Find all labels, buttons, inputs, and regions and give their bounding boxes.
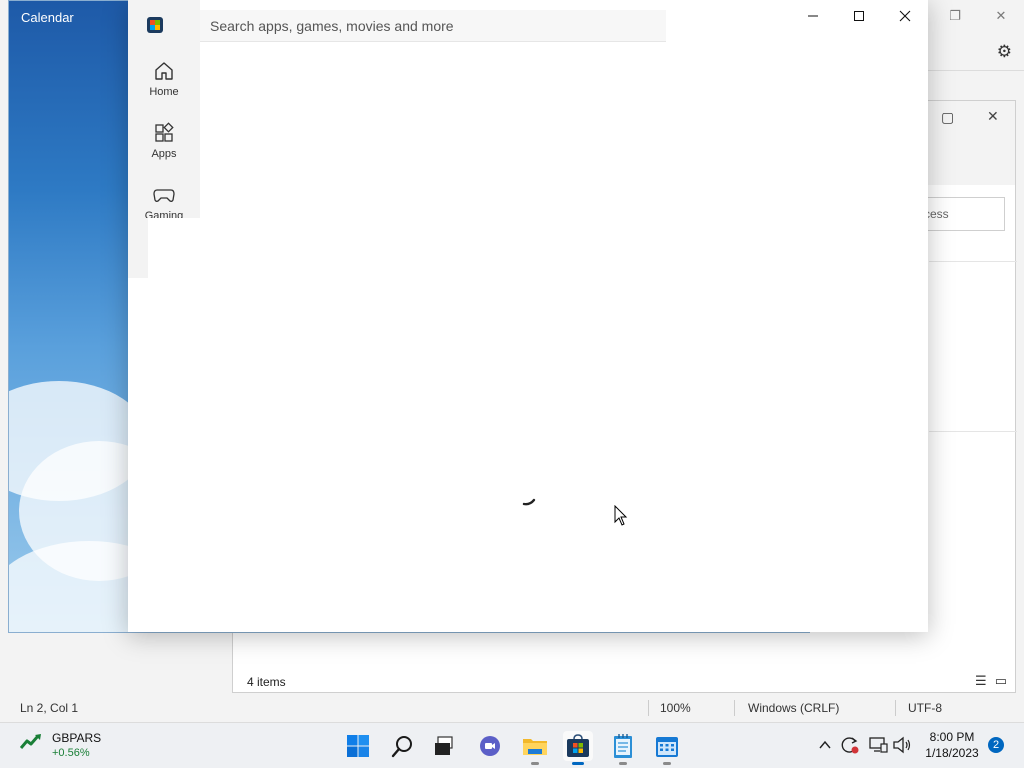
search-button[interactable] (388, 731, 418, 761)
divider (648, 700, 649, 716)
search-icon (391, 736, 412, 758)
chat-icon (480, 736, 500, 756)
notification-badge[interactable]: 2 (988, 737, 1004, 753)
volume-icon[interactable] (892, 736, 912, 754)
running-indicator (663, 762, 671, 765)
task-view-icon (435, 736, 453, 755)
nav-gaming[interactable]: Gaming (128, 184, 200, 218)
stock-change: +0.56% (52, 747, 90, 759)
notepad-status-bar: Ln 2, Col 1 100% Windows (CRLF) UTF-8 (0, 696, 1024, 720)
clock[interactable]: 8:00 PM 1/18/2023 (924, 730, 980, 760)
nav-apps[interactable]: Apps (128, 122, 200, 160)
home-icon (155, 62, 173, 80)
running-indicator (619, 762, 627, 765)
notepad-restore-button[interactable]: ❐ (932, 0, 978, 32)
store-nav-rail: Home Apps Gaming (128, 0, 200, 218)
widgets-button[interactable]: GBPARS +0.56% (20, 731, 101, 759)
nav-apps-label: Apps (151, 148, 177, 160)
maximize-icon (854, 11, 864, 21)
notepad-title-controls: ❐ ✕ (932, 0, 1024, 32)
stock-symbol: GBPARS (52, 731, 102, 745)
windows-logo-icon (347, 735, 369, 757)
running-indicator (531, 762, 539, 765)
clock-time: 8:00 PM (929, 730, 975, 744)
apps-icon (155, 122, 174, 142)
start-button[interactable] (343, 731, 373, 761)
store-search-input[interactable]: Search apps, games, movies and more (200, 10, 666, 42)
notepad-close-button[interactable]: ✕ (978, 0, 1024, 32)
store-icon (567, 734, 589, 757)
line-ending: Windows (CRLF) (748, 701, 840, 715)
stock-chart-icon (20, 734, 41, 749)
store-button[interactable] (563, 731, 593, 765)
encoding: UTF-8 (908, 701, 942, 715)
minimize-button[interactable] (790, 0, 836, 32)
close-button[interactable] (882, 0, 928, 32)
tiles-view-icon[interactable]: ▭ (995, 673, 1007, 689)
stock-widget: GBPARS +0.56% (52, 731, 101, 759)
divider (929, 261, 1017, 262)
store-logo-icon (147, 17, 163, 33)
view-toggle: ☰ ▭ (975, 673, 1007, 689)
calendar-title: Calendar (21, 10, 74, 25)
notepad-button[interactable] (608, 731, 638, 765)
divider (928, 70, 1024, 71)
nav-gaming-label: Gaming (144, 210, 184, 218)
nav-home-label: Home (149, 86, 179, 98)
divider (929, 431, 1017, 432)
store-search-placeholder: Search apps, games, movies and more (210, 18, 454, 34)
mouse-cursor-icon (614, 505, 628, 526)
store-window: Home Apps Gaming Search apps, games, mov… (128, 0, 928, 632)
calendar-icon (656, 737, 678, 757)
network-icon[interactable] (868, 736, 888, 754)
chevron-up-icon[interactable] (818, 739, 832, 751)
divider (734, 700, 735, 716)
clock-date: 1/18/2023 (925, 746, 979, 760)
explorer-close-button[interactable]: ✕ (987, 108, 999, 125)
details-view-icon[interactable]: ☰ (975, 673, 987, 689)
gamepad-icon (153, 189, 175, 202)
active-indicator (572, 762, 584, 765)
divider (895, 700, 896, 716)
loading-spinner-icon (522, 498, 536, 506)
task-view-button[interactable] (429, 731, 459, 761)
notepad-icon (614, 734, 632, 758)
chat-button[interactable] (475, 731, 505, 761)
store-title-controls (790, 0, 928, 32)
maximize-button[interactable] (836, 0, 882, 32)
folder-icon (523, 739, 547, 755)
zoom-level: 100% (660, 701, 691, 715)
store-nav-rail-edge (128, 218, 148, 278)
cursor-position: Ln 2, Col 1 (20, 701, 79, 715)
sync-icon[interactable] (840, 735, 860, 755)
settings-gear-icon[interactable]: ⚙ (997, 42, 1012, 62)
item-count: 4 items (247, 675, 286, 689)
file-explorer-button[interactable] (520, 731, 550, 765)
close-icon (899, 10, 911, 22)
calendar-button[interactable] (652, 731, 682, 765)
minimize-icon (808, 15, 818, 17)
nav-home[interactable]: Home (128, 60, 200, 98)
taskbar: GBPARS +0.56% 8:00 PM 1/18/2023 2 (0, 722, 1024, 768)
explorer-maximize-button[interactable]: ▢ (941, 109, 954, 126)
